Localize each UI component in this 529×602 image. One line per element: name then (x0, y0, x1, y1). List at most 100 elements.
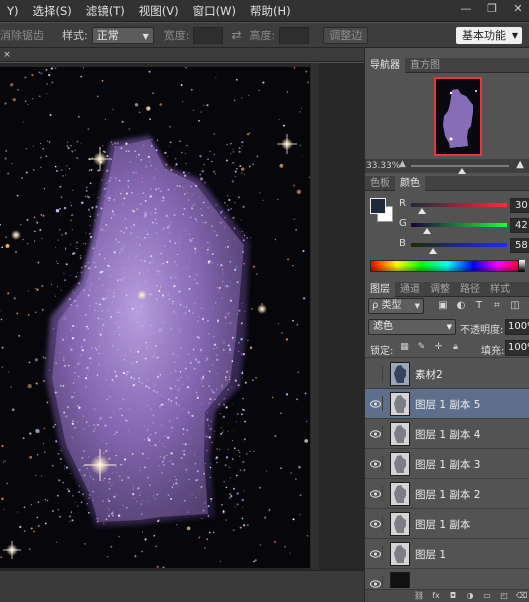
layer-row[interactable]: 图层 1 副本 4 (365, 419, 529, 449)
tab-paths[interactable]: 路径 (455, 282, 485, 297)
chevron-down-icon: ▼ (446, 323, 452, 331)
width-field[interactable] (193, 26, 224, 44)
navigator-thumbnail[interactable] (434, 77, 482, 156)
visibility-toggle[interactable] (368, 366, 383, 381)
lock-all-icon[interactable]: 🔒︎ (450, 342, 461, 353)
green-slider-track[interactable] (411, 223, 507, 227)
layers-footer: ⛓︎ fx ◘ ◑ ▭ ◰ ⌫ (365, 589, 529, 602)
zoom-value[interactable]: 33.33% (366, 161, 400, 171)
document-canvas[interactable] (0, 67, 310, 568)
minimize-icon[interactable]: — (459, 2, 473, 16)
blend-mode-select[interactable]: 滤色 ▼ (368, 319, 456, 335)
blend-row: 滤色 ▼ 不透明度: 100% (365, 317, 529, 337)
eye-icon[interactable] (370, 488, 381, 498)
zoom-slider-knob[interactable] (457, 168, 466, 174)
menu-window[interactable]: 窗口(W) (186, 3, 243, 19)
restore-icon[interactable]: ❐ (485, 2, 499, 16)
layer-thumbnail (390, 572, 410, 588)
layer-row[interactable]: 素材2 (365, 359, 529, 389)
menu-image[interactable]: Y) (0, 4, 26, 18)
style-select[interactable]: 正常 ▼ (91, 26, 154, 44)
layer-row[interactable] (365, 569, 529, 588)
blue-slider-knob[interactable] (428, 248, 437, 254)
blue-value-field[interactable]: 58 (510, 238, 529, 253)
tab-channels[interactable]: 通道 (395, 282, 425, 297)
eye-icon[interactable] (370, 458, 381, 468)
pixel-filter-icon[interactable]: ▣ (437, 300, 449, 312)
document-tab-bar: × (0, 48, 364, 62)
layer-row[interactable]: 图层 1 副本 2 (365, 479, 529, 509)
menu-filter[interactable]: 滤镜(T) (79, 3, 132, 19)
close-tab-icon[interactable]: × (0, 48, 14, 62)
green-value-field[interactable]: 42 (510, 218, 529, 233)
mask-icon[interactable]: ◘ (448, 591, 458, 601)
swap-arrows-icon[interactable]: ⇄ (231, 28, 241, 42)
lock-pixels-icon[interactable]: ✎ (416, 342, 427, 353)
adjustment-icon[interactable]: ◑ (465, 591, 475, 601)
tab-adjustments[interactable]: 调整 (425, 282, 455, 297)
close-icon[interactable]: ✕ (511, 2, 525, 16)
lock-position-icon[interactable]: ✛ (433, 342, 444, 353)
canvas-vertical-scrollbar[interactable] (311, 63, 319, 570)
menu-view[interactable]: 视图(V) (132, 3, 186, 19)
tab-swatches[interactable]: 色板 (365, 176, 395, 191)
foreground-color-chip[interactable] (370, 198, 386, 214)
zoom-slider[interactable] (411, 165, 509, 174)
height-field[interactable] (279, 26, 310, 44)
opacity-field[interactable]: 100% (505, 319, 529, 335)
blue-channel-row: B 58 (399, 238, 529, 256)
right-panel-column: 导航器 直方图 33.33% ▲ ▲ 色板 颜色 R 30 G 42 B 58 … (364, 48, 529, 602)
layer-row[interactable]: 图层 1 (365, 539, 529, 569)
options-bar: 消除锯齿 样式: 正常 ▼ 宽度: ⇄ 高度: 调整边 基本功能 ▼ (0, 23, 529, 48)
tab-styles[interactable]: 样式 (485, 282, 515, 297)
trash-icon[interactable]: ⌫ (516, 591, 527, 601)
layer-row[interactable]: 图层 1 副本 5 (365, 389, 529, 419)
eye-icon[interactable] (370, 428, 381, 438)
layer-name: 图层 1 副本 3 (415, 459, 481, 471)
group-folder-icon[interactable]: ▭ (482, 591, 492, 601)
fill-label: 填充: (481, 346, 505, 357)
smart-object-filter-icon[interactable]: ◫ (509, 300, 521, 312)
eye-icon[interactable] (370, 518, 381, 528)
new-layer-icon[interactable]: ◰ (499, 591, 509, 601)
menu-select[interactable]: 选择(S) (26, 3, 79, 19)
blue-slider-track[interactable] (411, 243, 507, 247)
eye-icon[interactable] (370, 548, 381, 558)
eye-icon[interactable] (370, 578, 381, 588)
red-slider-track[interactable] (411, 203, 507, 207)
tab-layers[interactable]: 图层 (365, 282, 395, 297)
eye-icon[interactable] (370, 398, 381, 408)
opacity-label: 不透明度: (460, 325, 504, 336)
color-spectrum-bar[interactable] (370, 260, 525, 272)
red-value-field[interactable]: 30 (510, 198, 529, 213)
fill-field[interactable]: 100% (505, 340, 529, 356)
tab-color[interactable]: 颜色 (395, 176, 425, 191)
black-white-ramp[interactable] (518, 260, 525, 272)
shape-filter-icon[interactable]: ⌗ (491, 300, 503, 312)
lock-transparency-icon[interactable]: ▦ (399, 342, 410, 353)
anti-alias-checkbox[interactable]: 消除锯齿 (0, 27, 44, 43)
bright-star (137, 290, 147, 300)
green-slider-knob[interactable] (422, 228, 431, 234)
tab-navigator[interactable]: 导航器 (365, 58, 405, 73)
layer-row[interactable]: 图层 1 副本 3 (365, 449, 529, 479)
zoom-in-icon[interactable]: ▲ (516, 159, 524, 170)
navigator-tabs: 导航器 直方图 (365, 58, 529, 73)
navigator-zoom-row: 33.33% ▲ ▲ (365, 159, 529, 174)
red-slider-knob[interactable] (418, 208, 427, 214)
layer-row[interactable]: 图层 1 副本 (365, 509, 529, 539)
refine-edge-button[interactable]: 调整边 (323, 26, 369, 44)
workspace-select[interactable]: 基本功能 ▼ (456, 27, 522, 44)
adjustment-filter-icon[interactable]: ◐ (455, 300, 467, 312)
layer-kind-filter[interactable]: ρ 类型 ▼ (368, 298, 424, 314)
menu-bar: Y) 选择(S) 滤镜(T) 视图(V) 窗口(W) 帮助(H) — ❐ ✕ (0, 0, 529, 22)
link-icon[interactable]: ⛓︎ (414, 591, 424, 601)
menu-help[interactable]: 帮助(H) (243, 3, 298, 19)
navigator-preview-image (436, 79, 480, 154)
layer-name: 素材2 (415, 369, 443, 381)
fx-icon[interactable]: fx (431, 591, 441, 601)
tab-histogram[interactable]: 直方图 (405, 58, 445, 73)
bright-star (257, 304, 267, 314)
type-filter-icon[interactable]: T (473, 300, 485, 312)
zoom-out-icon[interactable]: ▲ (399, 159, 406, 169)
